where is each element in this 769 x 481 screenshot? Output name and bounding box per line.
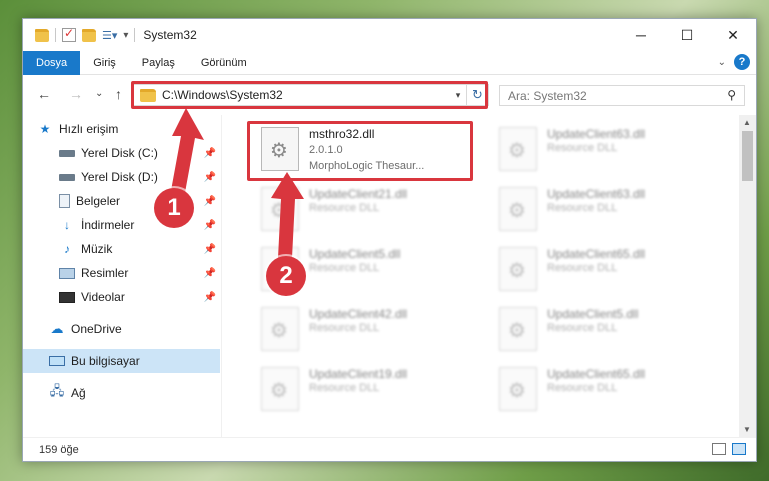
arrow-2 xyxy=(271,172,304,258)
annotation-arrows xyxy=(170,108,304,258)
step-badge-1: 1 xyxy=(154,188,194,228)
arrow-1 xyxy=(170,108,204,198)
step-badge-2: 2 xyxy=(266,256,306,296)
